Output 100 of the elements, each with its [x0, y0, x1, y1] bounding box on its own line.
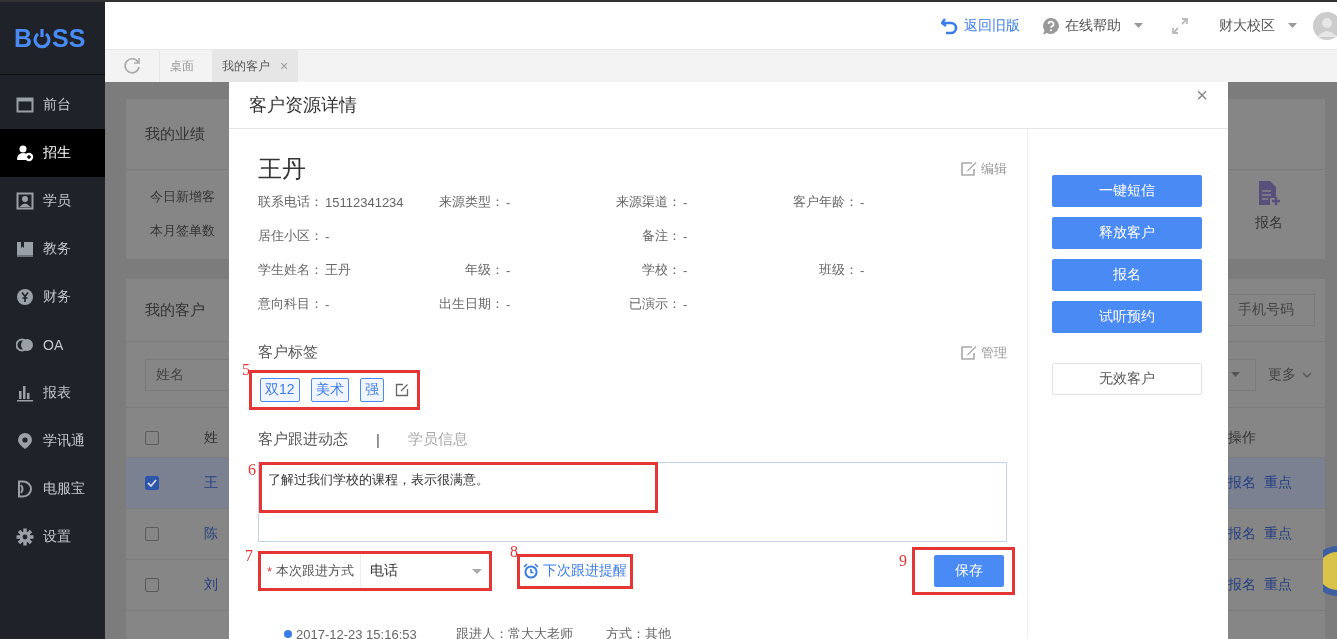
portrait-icon	[16, 192, 34, 210]
undo-icon	[941, 16, 959, 35]
sidebar-item[interactable]: OA	[0, 321, 105, 369]
field-value: 15112341234	[325, 194, 404, 210]
field-value: -	[506, 296, 511, 312]
annotation-number: 9	[899, 552, 907, 570]
checkbox[interactable]	[145, 527, 159, 541]
customer-name-link[interactable]: 陈	[204, 525, 218, 543]
field-value: -	[860, 262, 865, 278]
refresh-icon[interactable]	[123, 57, 141, 75]
field-value: -	[683, 194, 688, 210]
phone-icon	[16, 480, 34, 498]
sidebar-item[interactable]: 学讯通	[0, 417, 105, 465]
row-action-link[interactable]: 报名	[1228, 474, 1256, 492]
annotation-number: 8	[510, 542, 518, 561]
annotation-number: 7	[245, 547, 253, 565]
close-tab-button[interactable]: ×	[280, 58, 289, 74]
settings-icon	[16, 528, 34, 546]
logo: B SS	[14, 23, 86, 53]
caret-icon	[1134, 23, 1143, 28]
field-value: -	[325, 228, 330, 244]
sidebar-item[interactable]: 财务	[0, 273, 105, 321]
action-button[interactable]: 试听预约	[1052, 301, 1202, 333]
card-title: 我的客户	[145, 300, 205, 320]
caret-icon	[1288, 23, 1297, 28]
field-value: -	[860, 194, 865, 210]
field-label: 出生日期：	[438, 295, 504, 313]
field-label: 班级：	[818, 261, 858, 279]
field-label: * 本次跟进方式	[267, 554, 362, 588]
reminder-link[interactable]: 下次跟进提醒	[523, 562, 627, 580]
close-button[interactable]: ×	[1196, 84, 1208, 107]
field-value: -	[506, 262, 511, 278]
tag[interactable]: 双12	[260, 378, 300, 402]
alarm-clock-icon	[523, 563, 539, 579]
location-pin-icon	[16, 432, 34, 450]
coin-icon	[16, 288, 34, 306]
edit-icon[interactable]	[394, 383, 409, 397]
shortcut-button[interactable]: 报名	[1255, 180, 1283, 248]
checkbox[interactable]	[145, 476, 159, 490]
more-dropdown[interactable]: 更多	[1256, 365, 1320, 384]
save-button[interactable]: 保存	[934, 555, 1004, 587]
expand-icon[interactable]	[1171, 16, 1189, 35]
card-title: 我的业绩	[145, 124, 205, 144]
tag[interactable]: 强	[359, 378, 384, 402]
field-label: 客户年龄：	[792, 193, 858, 211]
field-label: 居住小区：	[258, 227, 323, 245]
stat-label: 今日新增客	[150, 188, 215, 206]
stat-label: 本月签单数	[150, 222, 215, 240]
toggle-icon	[16, 336, 34, 354]
action-button[interactable]: 报名	[1052, 259, 1202, 291]
page-tab[interactable]: 桌面	[160, 50, 204, 82]
manage-link[interactable]: 管理	[960, 343, 1007, 362]
timestamp: 2017-12-23 15:16:53	[296, 626, 418, 639]
row-action-link[interactable]: 重点	[1264, 525, 1292, 543]
sidebar-item[interactable]: 学员	[0, 177, 105, 225]
checkbox[interactable]	[145, 431, 159, 445]
sidebar-item[interactable]: 电服宝	[0, 465, 105, 513]
avatar-icon[interactable]	[1313, 11, 1337, 40]
column-header: 姓	[204, 429, 218, 447]
field-value: -	[325, 296, 330, 312]
action-button[interactable]: 一键短信	[1052, 175, 1202, 207]
column-header: 操作	[1228, 429, 1257, 447]
tab-separator: |	[376, 431, 380, 448]
row-action-link[interactable]: 报名	[1228, 576, 1256, 594]
tag[interactable]: 美术	[310, 378, 349, 402]
help-icon	[1042, 16, 1060, 35]
page-tab[interactable]: 我的客户 ×	[212, 50, 299, 82]
method-select[interactable]: 电话	[361, 562, 483, 580]
row-action-link[interactable]: 重点	[1264, 576, 1292, 594]
required-mark: *	[267, 563, 273, 579]
caret-icon	[472, 568, 483, 574]
power-icon	[33, 27, 52, 49]
document-add-icon	[1257, 180, 1281, 206]
field-label: 年级：	[464, 261, 504, 279]
field-label: 备注：	[641, 227, 681, 245]
field-value: -	[683, 228, 688, 244]
action-button[interactable]: 释放客户	[1052, 217, 1202, 249]
sidebar-item[interactable]: 招生	[0, 129, 105, 177]
field-value: -	[683, 262, 688, 278]
sidebar-item[interactable]: 设置	[0, 513, 105, 561]
edit-link[interactable]: 编辑	[960, 160, 1007, 178]
row-action-link[interactable]: 报名	[1228, 525, 1256, 543]
check-icon	[147, 479, 157, 487]
back-link[interactable]: 返回旧版	[941, 16, 1020, 35]
row-action-link[interactable]: 重点	[1264, 474, 1292, 492]
field-label: 来源类型：	[438, 193, 504, 211]
customer-name-link[interactable]: 王	[204, 474, 218, 492]
sidebar-item[interactable]: 教务	[0, 225, 105, 273]
section-tab[interactable]: 客户跟进动态	[258, 430, 348, 449]
field-label: 学生姓名：	[258, 261, 323, 279]
section-tab[interactable]: 学员信息	[407, 430, 468, 449]
campus-menu[interactable]: 财大校区	[1219, 16, 1297, 35]
field-value: -	[506, 194, 511, 210]
sidebar-item[interactable]: 前台	[0, 81, 105, 129]
field-label: 已演示：	[628, 295, 681, 313]
customer-name-link[interactable]: 刘	[204, 576, 218, 594]
action-button[interactable]: 无效客户	[1052, 363, 1202, 395]
checkbox[interactable]	[145, 578, 159, 592]
sidebar-item[interactable]: 报表	[0, 369, 105, 417]
help-menu[interactable]: 在线帮助	[1042, 16, 1143, 35]
